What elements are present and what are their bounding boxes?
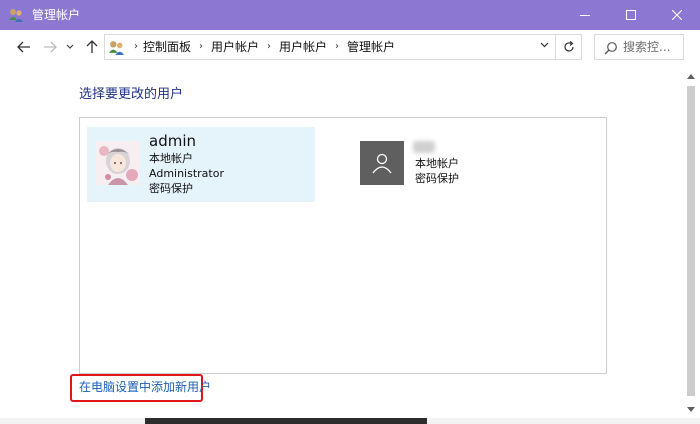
breadcrumb-item-manage-accounts[interactable]: 管理帐户: [347, 40, 395, 54]
back-button[interactable]: [14, 38, 34, 56]
users-app-icon: [9, 9, 23, 22]
page-title: 选择要更改的用户: [79, 87, 184, 102]
scrollbar-thumb[interactable]: [687, 86, 695, 396]
scroll-down-button[interactable]: [682, 401, 699, 417]
user-photo-icon: [96, 141, 140, 185]
address-history-dropdown[interactable]: [537, 41, 551, 53]
manage-accounts-window: 管理帐户 › 控制面板 › 用户帐户 › 用户帐户 › 管理帐户 搜索控... …: [0, 0, 700, 424]
arrow-right-icon: [44, 41, 57, 53]
breadcrumb-separator[interactable]: ›: [327, 40, 347, 54]
arrow-up-icon: [86, 40, 98, 53]
account-name: admin: [149, 132, 196, 150]
account-type: 本地帐户: [415, 157, 459, 170]
add-new-user-link[interactable]: 在电脑设置中添加新用户: [79, 380, 211, 394]
chevron-down-icon: [540, 42, 548, 48]
refresh-button[interactable]: [556, 34, 582, 60]
address-bar[interactable]: › 控制面板 › 用户帐户 › 用户帐户 › 管理帐户: [104, 34, 556, 60]
breadcrumb-separator[interactable]: ›: [191, 40, 211, 54]
title-bar[interactable]: 管理帐户: [0, 0, 700, 30]
refresh-icon: [563, 41, 574, 52]
account-role: Administrator: [149, 167, 224, 180]
up-button[interactable]: [83, 38, 101, 56]
accounts-panel: admin 本地帐户 Administrator 密码保护 本地帐户 密码保护: [79, 117, 607, 374]
chevron-down-icon: [66, 44, 74, 49]
scroll-up-button[interactable]: [682, 68, 699, 84]
breadcrumb-item-control-panel[interactable]: 控制面板: [143, 40, 191, 54]
account-tile-admin[interactable]: admin 本地帐户 Administrator 密码保护: [87, 127, 315, 202]
arrow-left-icon: [17, 41, 30, 53]
breadcrumb-separator: ›: [134, 41, 138, 52]
recent-locations-button[interactable]: [63, 38, 77, 56]
default-user-icon: [360, 141, 404, 185]
window-title: 管理帐户: [32, 8, 81, 22]
minimize-icon: [580, 15, 590, 16]
search-icon: [604, 42, 617, 55]
close-icon: [672, 10, 682, 20]
account-name-redacted: [413, 141, 435, 153]
breadcrumb: › 控制面板 › 用户帐户 › 用户帐户 › 管理帐户: [129, 40, 395, 54]
breadcrumb-item-user-accounts-sub[interactable]: 用户帐户: [279, 40, 327, 54]
search-box[interactable]: [594, 34, 684, 60]
maximize-icon: [626, 10, 636, 20]
breadcrumb-separator[interactable]: ›: [259, 40, 279, 54]
close-button[interactable]: [654, 0, 700, 30]
taskbar-item: [145, 418, 427, 424]
account-password-status: 密码保护: [415, 172, 459, 185]
maximize-button[interactable]: [608, 0, 654, 30]
vertical-scrollbar[interactable]: [682, 68, 699, 418]
chevron-down-icon: [686, 406, 695, 412]
account-type: 本地帐户: [149, 152, 193, 165]
account-password-status: 密码保护: [149, 182, 193, 195]
chevron-up-icon: [686, 73, 695, 79]
forward-button[interactable]: [40, 38, 60, 56]
search-input[interactable]: [623, 39, 681, 55]
account-tile-other[interactable]: 本地帐户 密码保护: [353, 127, 581, 202]
users-folder-icon: [109, 41, 124, 55]
minimize-button[interactable]: [562, 0, 608, 30]
breadcrumb-item-user-accounts[interactable]: 用户帐户: [211, 40, 259, 54]
